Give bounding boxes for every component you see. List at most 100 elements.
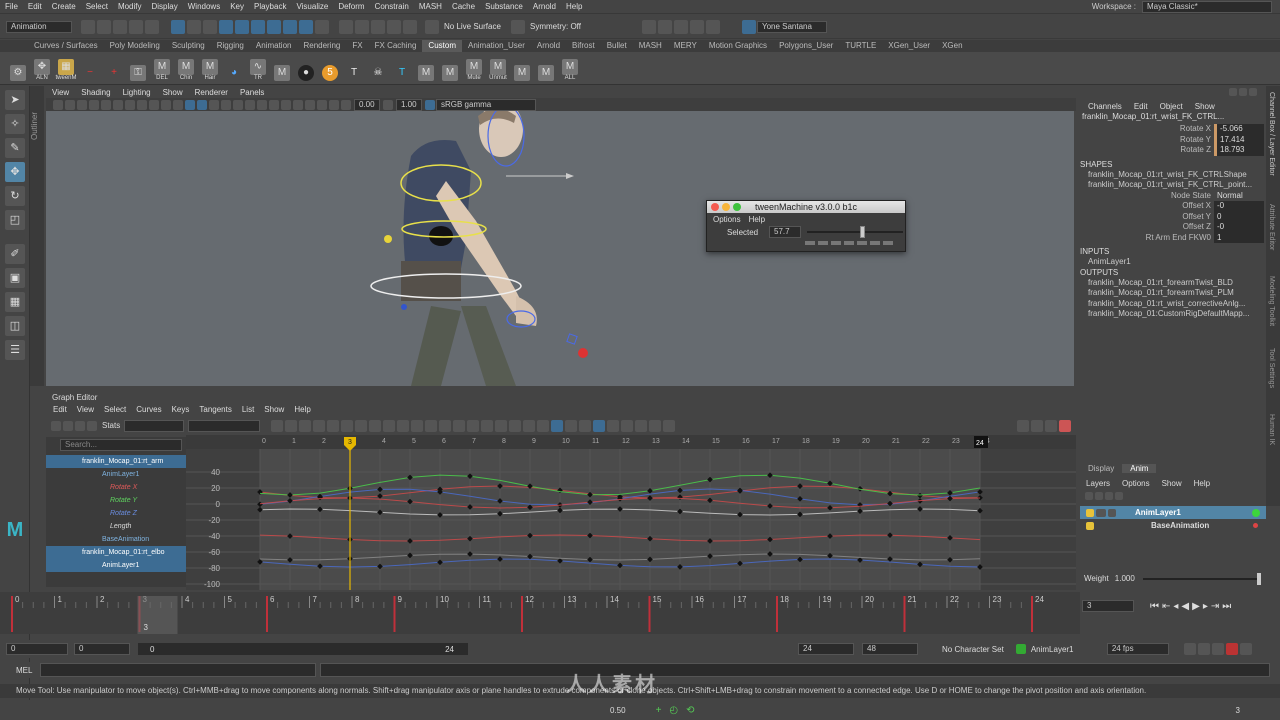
arnold-ipr-icon[interactable]	[689, 19, 704, 34]
ge-trax-icon[interactable]	[649, 419, 662, 432]
range-slider[interactable]: 0 24	[138, 643, 468, 655]
minus-icon[interactable]: −	[80, 55, 100, 81]
side-tab-tool-settings[interactable]: Tool Settings	[1268, 348, 1275, 388]
ge-layout-icon-a[interactable]	[1017, 419, 1029, 432]
layer-tab-anim[interactable]: Anim	[1122, 463, 1157, 473]
bottom-sync-icon[interactable]: ⟲	[686, 705, 702, 716]
play-forward-icon[interactable]: ▶	[1192, 601, 1203, 612]
render-frame-icon[interactable]	[641, 19, 656, 34]
ge-layout-icon-b[interactable]	[1031, 419, 1043, 432]
time-slider[interactable]: 0123456789101112131415161718192021222324…	[0, 592, 1080, 634]
menu-substance[interactable]: Substance	[480, 0, 528, 14]
weight-field[interactable]: 1.000	[1115, 574, 1135, 583]
pacman-icon[interactable]: ◕	[224, 55, 244, 81]
color-space-dropdown[interactable]: sRGB gamma	[436, 98, 536, 111]
ge-menu-edit[interactable]: Edit	[48, 404, 72, 416]
lock-icon[interactable]	[1086, 508, 1094, 517]
layer-row-animlayer1[interactable]: AnimLayer1	[1080, 506, 1266, 519]
lock-icon[interactable]	[1086, 521, 1094, 530]
xray-icon[interactable]	[317, 99, 327, 110]
character-set-label[interactable]: No Character Set	[942, 645, 1004, 654]
tween-preset-3[interactable]	[844, 241, 854, 245]
tween-preset-1[interactable]	[818, 241, 828, 245]
menu-key[interactable]: Key	[225, 0, 249, 14]
layout-four-icon[interactable]: ▦	[5, 292, 25, 312]
ge-menu-curves[interactable]: Curves	[131, 404, 166, 416]
ball-icon[interactable]: ●	[296, 55, 316, 81]
viewport-menu-panels[interactable]: Panels	[234, 87, 270, 98]
step-back-frame-icon[interactable]: ◂	[1173, 601, 1181, 612]
channelbox-icon-c[interactable]	[1249, 88, 1257, 96]
render-settings-icon[interactable]	[371, 19, 385, 34]
exposure-field[interactable]: 0.00	[354, 98, 380, 111]
ge-menu-show[interactable]: Show	[259, 404, 289, 416]
xray-joints-icon[interactable]	[329, 99, 339, 110]
solo-icon[interactable]	[1096, 508, 1106, 517]
ge-normalize-icon[interactable]	[523, 419, 536, 432]
safe-action-icon[interactable]	[161, 99, 171, 110]
ge-stacked-icon[interactable]	[551, 419, 564, 432]
ge-free-weight-icon[interactable]	[453, 419, 466, 432]
ge-outliner-item[interactable]: Rotate Y	[46, 494, 186, 507]
weight-slider-handle[interactable]	[1256, 572, 1261, 585]
step-forward-frame-icon[interactable]: ▸	[1203, 601, 1211, 612]
sound-icon[interactable]	[1239, 643, 1252, 655]
ge-clamped-icon[interactable]	[355, 419, 368, 432]
ge-snap-icon[interactable]	[509, 419, 522, 432]
tween-preset-0[interactable]	[805, 241, 815, 245]
dof-icon[interactable]	[293, 99, 303, 110]
output-item[interactable]: franklin_Mocap_01:rt_forearmTwist_BLD	[1080, 278, 1266, 289]
ge-insert-key-icon[interactable]	[63, 420, 73, 431]
ge-post-infinity-icon[interactable]	[579, 419, 592, 432]
layer-menu-options[interactable]: Options	[1116, 479, 1156, 488]
channelbox-icon-b[interactable]	[1239, 88, 1247, 96]
menu-constrain[interactable]: Constrain	[370, 0, 414, 14]
snap-view-icon[interactable]	[267, 19, 281, 34]
shelf-tab-bullet[interactable]: Bullet	[601, 40, 633, 52]
playback-end-field[interactable]: 24	[798, 643, 854, 655]
save-scene-icon[interactable]	[113, 19, 127, 34]
weight-slider[interactable]	[1142, 572, 1261, 585]
menu-playback[interactable]: Playback	[249, 0, 291, 14]
autokey-icon[interactable]	[1197, 643, 1210, 655]
lock-icon[interactable]	[315, 19, 329, 34]
channelbox-menu-edit[interactable]: Edit	[1128, 102, 1154, 111]
outliner-layout-icon[interactable]: ☰	[5, 340, 25, 360]
menu-deform[interactable]: Deform	[333, 0, 369, 14]
tween-menu-options[interactable]: Options	[711, 215, 743, 224]
ge-swap-buffer-icon[interactable]	[495, 419, 508, 432]
ge-outliner-item[interactable]: AnimLayer1	[46, 559, 186, 572]
shelf-m2-icon[interactable]: M	[416, 55, 436, 81]
channel-rotate-x[interactable]: Rotate X -5.066	[1080, 124, 1266, 135]
shelf-tab-mash[interactable]: MASH	[633, 40, 668, 52]
number-five-icon[interactable]: 5	[320, 55, 340, 81]
ge-flat-icon[interactable]	[383, 419, 396, 432]
ge-denormalize-icon[interactable]	[537, 419, 550, 432]
layer-tool-icon-d[interactable]	[1115, 492, 1123, 500]
menu-display[interactable]: Display	[147, 0, 183, 14]
ge-lattice-icon[interactable]	[75, 420, 85, 431]
viewport-3d[interactable]	[46, 111, 1074, 386]
snap-point-icon[interactable]	[251, 19, 265, 34]
close-icon[interactable]	[711, 203, 719, 211]
shape-item[interactable]: franklin_Mocap_01:rt_wrist_FK_CTRL_point…	[1080, 180, 1266, 191]
menu-arnold[interactable]: Arnold	[528, 0, 561, 14]
ge-stats-field-b[interactable]	[188, 419, 261, 432]
render-sequence-icon[interactable]	[657, 19, 672, 34]
ge-curve-display-icon[interactable]	[593, 419, 606, 432]
channel-node-state[interactable]: Node State Normal	[1080, 191, 1266, 202]
ge-outliner-item[interactable]: BaseAnimation	[46, 533, 186, 546]
bottom-clock-icon[interactable]: ◴	[669, 705, 686, 716]
isolate-icon[interactable]	[305, 99, 315, 110]
current-frame-field[interactable]: 3	[1082, 600, 1134, 612]
tween-preset-4[interactable]	[857, 241, 867, 245]
shelf-tab-motion-graphics[interactable]: Motion Graphics	[703, 40, 773, 52]
menu-visualize[interactable]: Visualize	[291, 0, 333, 14]
shelf-tab-animation-user[interactable]: Animation_User	[462, 40, 531, 52]
menu-modify[interactable]: Modify	[113, 0, 147, 14]
step-forward-key-icon[interactable]: ⇥	[1211, 601, 1222, 612]
hypershade-icon[interactable]	[387, 19, 401, 34]
tween-slider[interactable]	[807, 226, 903, 238]
ge-outliner-item[interactable]: franklin_Mocap_01:rt_elbo	[46, 546, 186, 559]
snap-live-icon[interactable]	[299, 19, 313, 34]
